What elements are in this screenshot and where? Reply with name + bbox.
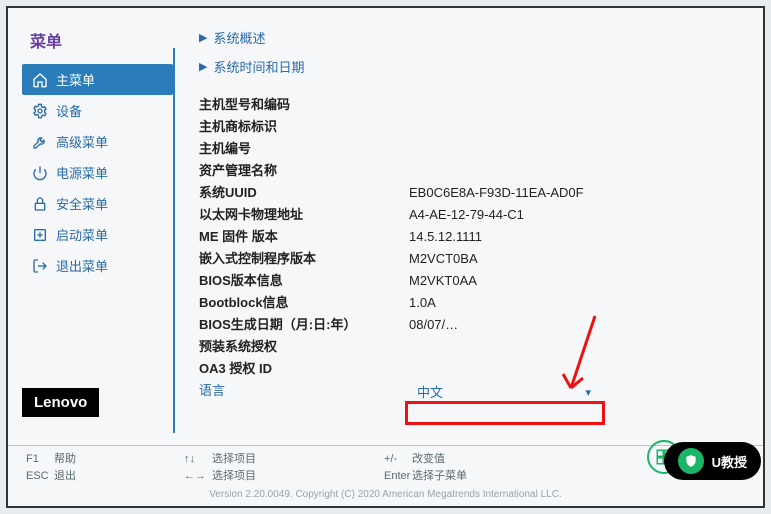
gear-icon bbox=[32, 103, 48, 119]
boot-icon bbox=[32, 227, 48, 243]
key-select-label: 选择项目 bbox=[212, 453, 256, 465]
sidebar-item-power[interactable]: 电源菜单 bbox=[22, 157, 173, 188]
value-brandid bbox=[409, 116, 733, 138]
section-label: 系统概述 bbox=[213, 28, 265, 47]
label-language: 语言 bbox=[199, 380, 409, 406]
info-table: 主机型号和编码 主机商标标识 主机编号 资产管理名称 系统UUIDEB0C6E8… bbox=[199, 94, 733, 406]
power-icon bbox=[32, 165, 48, 181]
sidebar-title: 菜单 bbox=[22, 28, 173, 52]
sidebar-item-devices[interactable]: 设备 bbox=[22, 95, 173, 126]
label-bios: BIOS版本信息 bbox=[199, 270, 409, 292]
copyright: Version 2.20.0049. Copyright (C) 2020 Am… bbox=[8, 487, 763, 506]
sidebar: 菜单 主菜单 设备 高级菜单 bbox=[8, 8, 173, 445]
sidebar-item-label: 设备 bbox=[56, 101, 82, 120]
key-enter: Enter bbox=[384, 470, 412, 482]
sidebar-item-boot[interactable]: 启动菜单 bbox=[22, 219, 173, 250]
language-value: 中文 bbox=[417, 382, 443, 404]
label-ec: 嵌入式控制程序版本 bbox=[199, 248, 409, 270]
value-build: 08/07/… bbox=[409, 314, 733, 336]
chevron-right-icon: ▶ bbox=[199, 60, 207, 73]
wrench-icon bbox=[32, 134, 48, 150]
key-plusminus: +/- bbox=[384, 453, 412, 465]
content-panel: ▶ 系统概述 ▶ 系统时间和日期 主机型号和编码 主机商标标识 主机编号 资产管… bbox=[175, 8, 763, 445]
watermark-label: U教授 bbox=[712, 452, 747, 471]
key-exit-label: 退出 bbox=[54, 470, 76, 482]
value-boot: 1.0A bbox=[409, 292, 733, 314]
label-serial: 主机编号 bbox=[199, 138, 409, 160]
footer-col-help: F1帮助 ESC退出 bbox=[26, 450, 184, 483]
value-preload bbox=[409, 336, 733, 358]
section-datetime[interactable]: ▶ 系统时间和日期 bbox=[199, 57, 733, 76]
language-dropdown[interactable]: 中文 ▾ bbox=[409, 380, 599, 406]
home-icon bbox=[32, 72, 48, 88]
sidebar-item-label: 启动菜单 bbox=[56, 225, 108, 244]
sidebar-item-advanced[interactable]: 高级菜单 bbox=[22, 126, 173, 157]
label-oa3: OA3 授权 ID bbox=[199, 358, 409, 380]
sidebar-item-label: 安全菜单 bbox=[56, 194, 108, 213]
label-asset: 资产管理名称 bbox=[199, 160, 409, 182]
arrows-updown-icon: ↑↓ bbox=[184, 453, 212, 465]
value-oa3 bbox=[409, 358, 733, 380]
footer-col-select: ↑↓选择项目 ←→选择项目 bbox=[184, 450, 384, 483]
lock-icon bbox=[32, 196, 48, 212]
chevron-right-icon: ▶ bbox=[199, 31, 207, 44]
value-mac: A4-AE-12-79-44-C1 bbox=[409, 204, 733, 226]
key-submenu-label: 选择子菜单 bbox=[412, 470, 467, 482]
arrows-leftright-icon: ←→ bbox=[184, 470, 212, 482]
sidebar-item-main[interactable]: 主菜单 bbox=[22, 64, 173, 95]
value-serial bbox=[409, 138, 733, 160]
label-preload: 预装系统授权 bbox=[199, 336, 409, 358]
label-me: ME 固件 版本 bbox=[199, 226, 409, 248]
section-label: 系统时间和日期 bbox=[213, 57, 304, 76]
sidebar-item-label: 主菜单 bbox=[56, 70, 95, 89]
key-change-label: 改变值 bbox=[412, 453, 445, 465]
value-bios: M2VKT0AA bbox=[409, 270, 733, 292]
sidebar-item-label: 退出菜单 bbox=[56, 256, 108, 275]
brand-logo: Lenovo bbox=[22, 388, 99, 417]
key-help-label: 帮助 bbox=[54, 453, 76, 465]
label-brandid: 主机商标标识 bbox=[199, 116, 409, 138]
label-model: 主机型号和编码 bbox=[199, 94, 409, 116]
label-boot: Bootblock信息 bbox=[199, 292, 409, 314]
value-model bbox=[409, 94, 733, 116]
exit-icon bbox=[32, 258, 48, 274]
shield-icon bbox=[678, 448, 704, 474]
sidebar-item-label: 高级菜单 bbox=[56, 132, 108, 151]
sidebar-item-label: 电源菜单 bbox=[56, 163, 108, 182]
sidebar-item-exit[interactable]: 退出菜单 bbox=[22, 250, 173, 281]
key-esc: ESC bbox=[26, 470, 54, 482]
value-uuid: EB0C6E8A-F93D-11EA-AD0F bbox=[409, 182, 733, 204]
value-asset bbox=[409, 160, 733, 182]
key-f1: F1 bbox=[26, 453, 54, 465]
chevron-down-icon: ▾ bbox=[585, 382, 591, 404]
label-mac: 以太网卡物理地址 bbox=[199, 204, 409, 226]
label-uuid: 系统UUID bbox=[199, 182, 409, 204]
value-ec: M2VCT0BA bbox=[409, 248, 733, 270]
label-build: BIOS生成日期（月:日:年） bbox=[199, 314, 409, 336]
sidebar-item-security[interactable]: 安全菜单 bbox=[22, 188, 173, 219]
section-overview[interactable]: ▶ 系统概述 bbox=[199, 28, 733, 47]
value-me: 14.5.12.1111 bbox=[409, 226, 733, 248]
watermark-badge: U教授 bbox=[664, 442, 761, 480]
key-select-label2: 选择项目 bbox=[212, 470, 256, 482]
